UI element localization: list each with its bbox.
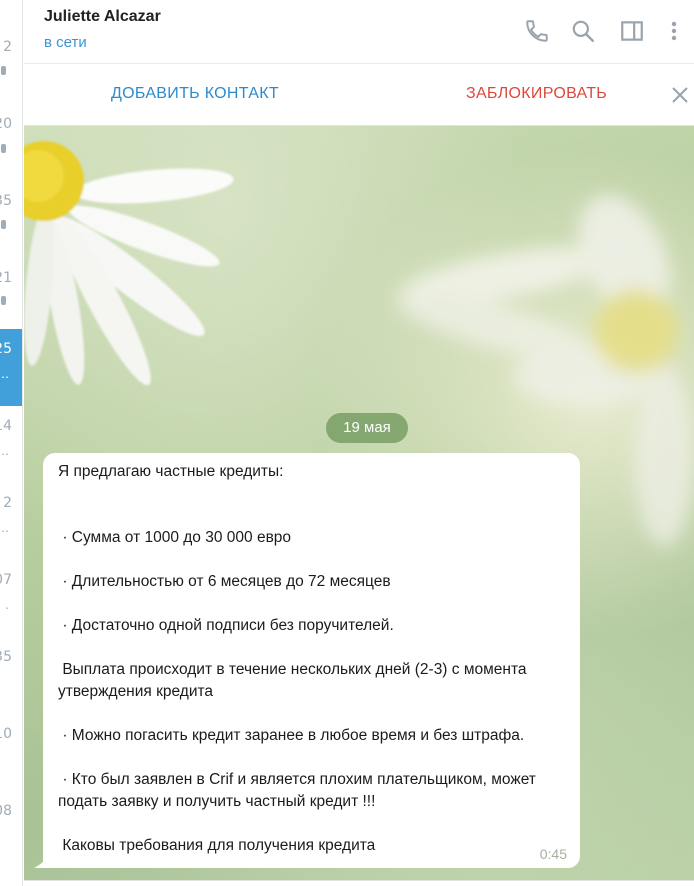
- block-button[interactable]: ЗАБЛОКИРОВАТЬ: [466, 85, 607, 103]
- chat-list-item[interactable]: 35: [0, 637, 22, 714]
- chat-time: 08: [0, 803, 12, 819]
- chat-time: 07: [0, 572, 12, 588]
- pin-icon: [1, 144, 6, 153]
- chat-list-item-active[interactable]: 25 …: [0, 329, 22, 406]
- sidebar-panel-icon[interactable]: [619, 18, 645, 44]
- chat-time: 2: [3, 39, 12, 55]
- more-vertical-icon[interactable]: [667, 18, 681, 44]
- chat-list-item[interactable]: 07 .: [0, 560, 22, 637]
- composer-edge: [24, 880, 694, 886]
- pin-icon: [1, 220, 6, 229]
- message-bubble[interactable]: Я предлагаю частные кредиты: · Сумма от …: [43, 453, 580, 868]
- chat-preview: …: [0, 367, 9, 381]
- chat-time: 10: [0, 726, 12, 742]
- phone-icon[interactable]: [524, 18, 550, 44]
- chat-time: 21: [0, 270, 12, 286]
- chat-list-item[interactable]: 14 …: [0, 406, 22, 483]
- contact-action-bar: ДОБАВИТЬ КОНТАКТ ЗАБЛОКИРОВАТЬ: [24, 64, 694, 126]
- close-icon[interactable]: [669, 84, 691, 106]
- chat-time: 25: [0, 341, 12, 357]
- chat-time: 14: [0, 418, 12, 434]
- message-time: 0:45: [539, 846, 567, 862]
- add-contact-button[interactable]: ДОБАВИТЬ КОНТАКТ: [111, 85, 279, 103]
- chat-time: 35: [0, 649, 12, 665]
- chat-preview: …: [0, 521, 9, 535]
- chat-time: 35: [0, 193, 12, 209]
- chat-list-item[interactable]: 2 …: [0, 483, 22, 560]
- pin-icon: [1, 296, 6, 305]
- contact-name[interactable]: Juliette Alcazar: [44, 8, 161, 26]
- chat-time: 20: [0, 116, 12, 132]
- contact-status: в сети: [44, 34, 87, 51]
- chat-preview: .: [5, 598, 9, 612]
- chat-list-item[interactable]: 10: [0, 714, 22, 791]
- chat-list-item[interactable]: 08: [0, 791, 22, 868]
- pin-icon: [1, 66, 6, 75]
- chat-time: 2: [3, 495, 12, 511]
- message-text: Я предлагаю частные кредиты: · Сумма от …: [58, 463, 536, 854]
- chat-area[interactable]: 19 мая Я предлагаю частные кредиты: · Су…: [24, 126, 694, 886]
- date-separator: 19 мая: [326, 413, 408, 443]
- chat-preview: …: [0, 444, 9, 458]
- chat-header: Juliette Alcazar в сети: [24, 0, 694, 64]
- search-icon[interactable]: [570, 18, 596, 44]
- chat-list-strip: 2 20 35 21 25 … 14 … 2 … 07 . 35 10 08: [0, 0, 23, 886]
